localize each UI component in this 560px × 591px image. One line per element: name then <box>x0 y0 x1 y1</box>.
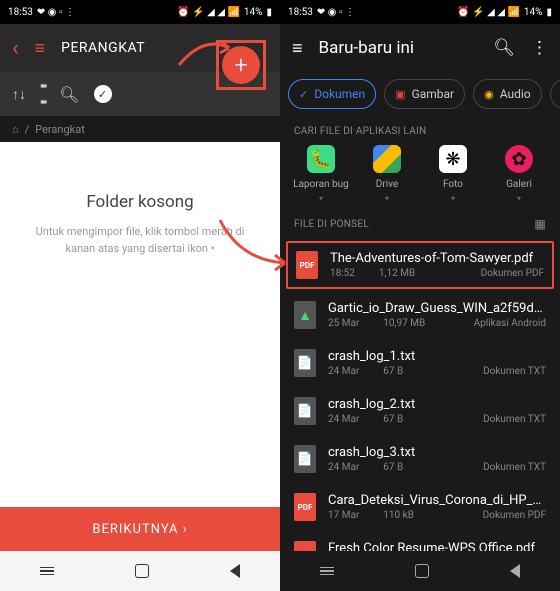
file-name: crash_log_3.txt <box>328 445 546 460</box>
file-row[interactable]: ▲ Gartic_io_Draw_Guess_WIN_a2f59dbf… 25 … <box>280 291 560 339</box>
add-button[interactable]: + <box>222 46 260 84</box>
file-type-icon: ▲ <box>294 301 316 329</box>
file-row[interactable]: PDF Fresh Color Resume-WPS Office.pdf 17… <box>280 531 560 551</box>
file-row[interactable]: 📄 crash_log_2.txt 24 Mar67 BDokumen TXT <box>280 387 560 435</box>
chip-video[interactable]: ▶Video <box>550 79 560 109</box>
android-navbar <box>0 551 280 591</box>
sort-icon[interactable]: ↑↓ <box>12 86 26 103</box>
grid-icon[interactable]: ▪▪▪▪ <box>40 78 45 110</box>
file-type-icon: 📄 <box>294 349 316 377</box>
chip-images[interactable]: ▣Gambar <box>384 79 465 109</box>
back-button[interactable] <box>510 564 520 578</box>
app-drive[interactable]: Drive▾ <box>358 145 416 203</box>
hamburger-icon[interactable]: ≡ <box>35 38 46 59</box>
section-apps-label: CARI FILE DI APLIKASI LAIN <box>280 116 560 145</box>
file-meta: 24 Mar67 BDokumen TXT <box>328 366 546 377</box>
home-icon: ⌂ <box>12 123 19 136</box>
file-type-icon: PDF <box>294 493 316 521</box>
file-name: Gartic_io_Draw_Guess_WIN_a2f59dbf… <box>328 301 546 316</box>
status-battery: 14% <box>524 7 543 18</box>
status-bar: 18:53❤ ◉ ▫ ⋮ ⏰ ⚡ ◢ ◢ 📶14%▮ <box>0 0 280 24</box>
status-time: 18:53 <box>288 7 313 18</box>
search-icon[interactable]: 🔍︎ <box>493 38 515 58</box>
android-navbar <box>280 551 560 591</box>
file-meta: 24 Mar67 BDokumen TXT <box>328 414 546 425</box>
file-name: Fresh Color Resume-WPS Office.pdf <box>328 541 546 551</box>
status-battery: 14% <box>244 7 263 18</box>
status-time: 18:53 <box>8 7 33 18</box>
app-photos[interactable]: ❋Foto▾ <box>424 145 482 203</box>
home-button[interactable] <box>135 564 149 578</box>
breadcrumb[interactable]: ⌂ / Perangkat <box>0 116 280 142</box>
recents-button[interactable] <box>40 567 54 576</box>
next-button[interactable]: BERIKUTNYA › <box>0 507 280 551</box>
chip-audio[interactable]: ◉Audio <box>473 79 542 109</box>
file-name: crash_log_2.txt <box>328 397 546 412</box>
back-button[interactable] <box>230 564 240 578</box>
file-name: crash_log_1.txt <box>328 349 546 364</box>
file-row[interactable]: 📄 crash_log_1.txt 24 Mar67 BDokumen TXT <box>280 339 560 387</box>
header: ≡ Baru-baru ini 🔍︎ ⋮ <box>280 24 560 72</box>
empty-subtitle: Untuk mengimpor file, klik tombol merah … <box>30 224 250 257</box>
file-meta: 25 Mar10,97 MBAplikasi Android <box>328 318 546 329</box>
file-list[interactable]: PDF The-Adventures-of-Tom-Sawyer.pdf 18:… <box>280 239 560 551</box>
grid-toggle-icon[interactable]: ▦ <box>534 217 546 231</box>
status-bar: 18:53❤ ◉ ▫ ⋮ ⏰ ⚡ ◢ ◢ 📶14%▮ <box>280 0 560 24</box>
filter-chips: ✓Dokumen ▣Gambar ◉Audio ▶Video <box>280 72 560 116</box>
search-icon[interactable]: 🔍︎ <box>59 85 79 104</box>
file-row[interactable]: 📄 crash_log_3.txt 24 Mar67 BDokumen TXT <box>280 435 560 483</box>
hamburger-icon[interactable]: ≡ <box>292 38 303 59</box>
app-bugreport[interactable]: 🐛Laporan bug▾ <box>292 145 350 203</box>
file-type-icon: PDF <box>294 541 316 551</box>
file-name: The-Adventures-of-Tom-Sawyer.pdf <box>330 251 544 266</box>
breadcrumb-item: Perangkat <box>35 123 85 136</box>
file-row[interactable]: PDF Cara_Deteksi_Virus_Corona_di_HP_&… 1… <box>280 483 560 531</box>
file-meta: 24 Mar67 BDokumen TXT <box>328 462 546 473</box>
file-meta: 17 Mar110 kBDokumen PDF <box>328 510 546 521</box>
more-icon[interactable]: ⋮ <box>531 38 548 58</box>
fab-highlight: + <box>216 40 266 90</box>
file-row[interactable]: PDF The-Adventures-of-Tom-Sawyer.pdf 18:… <box>286 241 554 289</box>
select-all-icon[interactable]: ✓ <box>94 85 112 103</box>
empty-state: Folder kosong Untuk mengimpor file, klik… <box>0 142 280 507</box>
file-type-icon: 📄 <box>294 445 316 473</box>
section-files-label: FILE DI PONSEL ▦ <box>280 207 560 239</box>
app-grid: 🐛Laporan bug▾ Drive▾ ❋Foto▾ ✿Galeri▾ <box>280 145 560 207</box>
phone-right: 18:53❤ ◉ ▫ ⋮ ⏰ ⚡ ◢ ◢ 📶14%▮ ≡ Baru-baru i… <box>280 0 560 591</box>
chip-documents[interactable]: ✓Dokumen <box>288 79 376 109</box>
page-title: PERANGKAT <box>61 40 145 56</box>
app-gallery[interactable]: ✿Galeri▾ <box>490 145 548 203</box>
file-type-icon: 📄 <box>294 397 316 425</box>
file-meta: 18:521,12 MBDokumen PDF <box>330 268 544 279</box>
file-name: Cara_Deteksi_Virus_Corona_di_HP_&… <box>328 493 546 508</box>
page-title: Baru-baru ini <box>319 38 478 58</box>
home-button[interactable] <box>415 564 429 578</box>
file-type-icon: PDF <box>296 251 318 279</box>
phone-left: 18:53❤ ◉ ▫ ⋮ ⏰ ⚡ ◢ ◢ 📶14%▮ ‹ ≡ PERANGKAT… <box>0 0 280 591</box>
empty-title: Folder kosong <box>86 192 193 212</box>
recents-button[interactable] <box>320 567 334 576</box>
back-icon[interactable]: ‹ <box>12 36 19 61</box>
